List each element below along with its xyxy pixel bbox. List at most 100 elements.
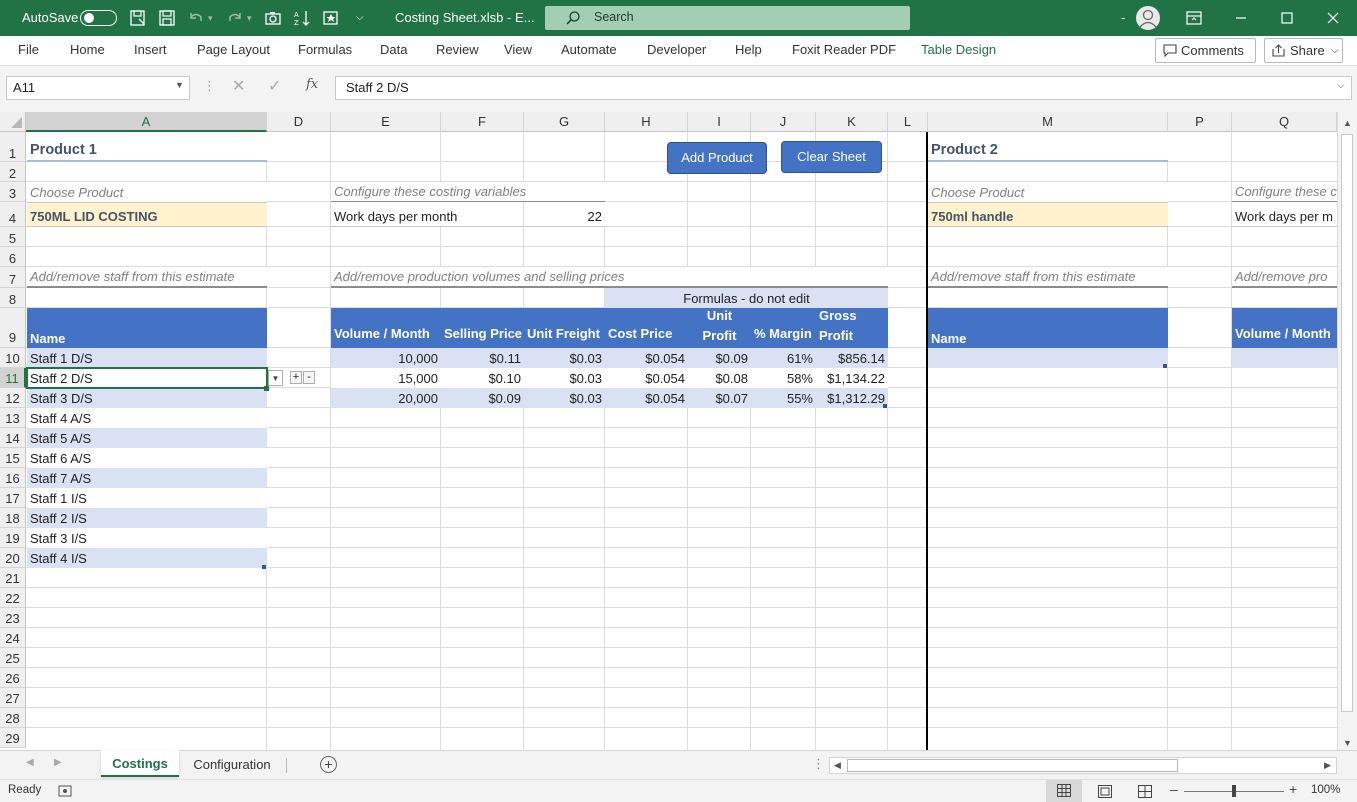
product2-production-hint-label[interactable]: Add/remove pro xyxy=(1232,267,1337,288)
gross-profit-cell[interactable]: $856.14 xyxy=(816,348,888,368)
gross-profit-cell[interactable]: $1,134.22 xyxy=(816,368,888,388)
production-hint-label[interactable]: Add/remove production volumes and sellin… xyxy=(331,267,888,288)
selling-price-header[interactable]: Selling Price xyxy=(441,308,524,348)
table-resize-handle[interactable] xyxy=(883,404,887,408)
next-sheet-icon[interactable]: ▶ xyxy=(54,757,62,768)
formulas-banner[interactable]: Formulas - do not edit xyxy=(605,288,888,308)
selling-price-cell[interactable]: $0.09 xyxy=(441,388,524,408)
row-header[interactable]: 5 xyxy=(0,227,26,247)
vertical-scroll-thumb[interactable] xyxy=(1341,134,1353,712)
redo-dropdown-icon[interactable]: ▾ xyxy=(247,0,252,36)
table-resize-handle[interactable] xyxy=(1163,364,1167,368)
unit-freight-header[interactable]: Unit Freight xyxy=(524,308,605,348)
row-header[interactable]: 18 xyxy=(0,508,26,528)
row-header[interactable]: 12 xyxy=(0,388,26,408)
column-header-a[interactable]: A xyxy=(26,112,267,132)
customize-toolbar-icon[interactable]: ⌵ xyxy=(356,0,364,36)
prev-sheet-icon[interactable]: ◀ xyxy=(26,757,34,768)
scroll-left-icon[interactable]: ◀ xyxy=(834,760,841,771)
volume-cell[interactable]: 20,000 xyxy=(331,388,441,408)
camera-icon[interactable] xyxy=(264,9,282,27)
staff-row[interactable]: Staff 4 I/S xyxy=(27,548,267,568)
staff-row[interactable]: Staff 5 A/S xyxy=(27,428,267,448)
remove-row-icon[interactable]: - xyxy=(303,371,315,384)
margin-cell[interactable]: 55% xyxy=(751,388,816,408)
tab-file[interactable]: File xyxy=(18,36,39,66)
search-box[interactable]: Search xyxy=(545,6,910,30)
comments-button[interactable]: Comments xyxy=(1155,38,1256,63)
column-header-k[interactable]: K xyxy=(816,112,888,132)
cost-price-header[interactable]: Cost Price xyxy=(605,308,688,348)
row-header-selected[interactable]: 11 xyxy=(0,368,26,388)
product2-title[interactable]: Product 2 xyxy=(928,132,1168,162)
sheet-tab-costings[interactable]: Costings xyxy=(101,750,179,777)
zoom-out-icon[interactable]: – xyxy=(1170,781,1178,797)
ribbon-display-icon[interactable] xyxy=(1185,9,1203,27)
tab-insert[interactable]: Insert xyxy=(134,36,167,66)
margin-cell[interactable]: 58% xyxy=(751,368,816,388)
unit-freight-cell[interactable]: $0.03 xyxy=(524,368,605,388)
product2-choose-product-label[interactable]: Choose Product xyxy=(928,182,1168,202)
cell-dropdown-chevron-icon[interactable]: ▼ xyxy=(268,370,283,386)
column-header-l[interactable]: L xyxy=(888,112,928,132)
product1-select[interactable]: 750ML LID COSTING xyxy=(27,202,267,227)
row-header[interactable]: 28 xyxy=(0,708,26,728)
sort-ascending-icon[interactable]: AZ xyxy=(293,9,311,27)
staff-row[interactable]: Staff 1 D/S xyxy=(27,348,267,368)
tab-automate[interactable]: Automate xyxy=(561,36,617,66)
gross-profit-header[interactable]: Gross Profit xyxy=(816,308,888,348)
page-layout-view-icon[interactable] xyxy=(1098,785,1112,798)
confirm-entry-icon[interactable]: ✓ xyxy=(268,76,281,96)
formula-input[interactable]: Staff 2 D/S xyxy=(335,76,1352,100)
row-header[interactable]: 14 xyxy=(0,428,26,448)
column-header-g[interactable]: G xyxy=(524,112,605,132)
column-header-q[interactable]: Q xyxy=(1232,112,1337,132)
zoom-level[interactable]: 100% xyxy=(1311,784,1340,796)
tab-splitter-grip-icon[interactable]: ⋮ xyxy=(812,756,825,772)
product2-work-days-label[interactable]: Work days per m xyxy=(1232,202,1337,227)
product1-title[interactable]: Product 1 xyxy=(27,132,267,162)
volume-month-header[interactable]: Volume / Month xyxy=(331,308,441,348)
add-row-icon[interactable]: + xyxy=(290,371,302,384)
add-sheet-icon[interactable]: + xyxy=(320,756,337,773)
row-header[interactable]: 19 xyxy=(0,528,26,548)
table-resize-handle[interactable] xyxy=(262,565,266,569)
row-header[interactable]: 13 xyxy=(0,408,26,428)
row-header[interactable]: 20 xyxy=(0,548,26,568)
configure-variables-label[interactable]: Configure these costing variables xyxy=(331,182,605,202)
choose-product-label[interactable]: Choose Product xyxy=(27,182,267,202)
scroll-down-icon[interactable]: ▼ xyxy=(1343,738,1352,748)
row-header[interactable]: 16 xyxy=(0,468,26,488)
row-header[interactable]: 23 xyxy=(0,608,26,628)
work-days-label[interactable]: Work days per month xyxy=(331,202,523,227)
selling-price-cell[interactable]: $0.10 xyxy=(441,368,524,388)
work-days-value[interactable]: 22 xyxy=(524,202,605,227)
cancel-entry-icon[interactable]: ✕ xyxy=(232,76,245,96)
zoom-in-icon[interactable]: + xyxy=(1289,781,1297,797)
normal-view-button[interactable] xyxy=(1046,780,1082,802)
staff-row[interactable]: Staff 1 I/S xyxy=(27,488,267,508)
zoom-slider-thumb[interactable] xyxy=(1232,785,1236,797)
margin-header[interactable]: % Margin xyxy=(751,308,816,348)
cost-price-cell[interactable]: $0.054 xyxy=(605,388,688,408)
sheet-tab-configuration[interactable]: Configuration xyxy=(180,751,284,778)
row-header[interactable]: 6 xyxy=(0,247,26,267)
share-button[interactable]: Share ⌵ xyxy=(1264,38,1343,63)
row-header[interactable]: 15 xyxy=(0,448,26,468)
expand-formula-bar-chevron-icon[interactable]: ⌵ xyxy=(1337,80,1345,91)
macro-recorder-icon[interactable] xyxy=(58,785,72,797)
column-header-j[interactable]: J xyxy=(751,112,816,132)
maximize-icon[interactable] xyxy=(1278,9,1296,27)
name-box-chevron-down-icon[interactable]: ▼ xyxy=(175,80,184,90)
row-header[interactable]: 4 xyxy=(0,202,26,227)
volume-cell[interactable]: 10,000 xyxy=(331,348,441,368)
undo-icon[interactable] xyxy=(187,9,205,27)
minimize-icon[interactable] xyxy=(1232,9,1250,27)
product2-staff-empty-row[interactable] xyxy=(928,348,1168,368)
product2-staff-hint-label[interactable]: Add/remove staff from this estimate xyxy=(928,267,1168,288)
staff-hint-label[interactable]: Add/remove staff from this estimate xyxy=(27,267,267,288)
row-header[interactable]: 17 xyxy=(0,488,26,508)
tab-home[interactable]: Home xyxy=(70,36,105,66)
column-header-p[interactable]: P xyxy=(1168,112,1232,132)
product2-volume-header[interactable]: Volume / Month xyxy=(1232,308,1337,348)
